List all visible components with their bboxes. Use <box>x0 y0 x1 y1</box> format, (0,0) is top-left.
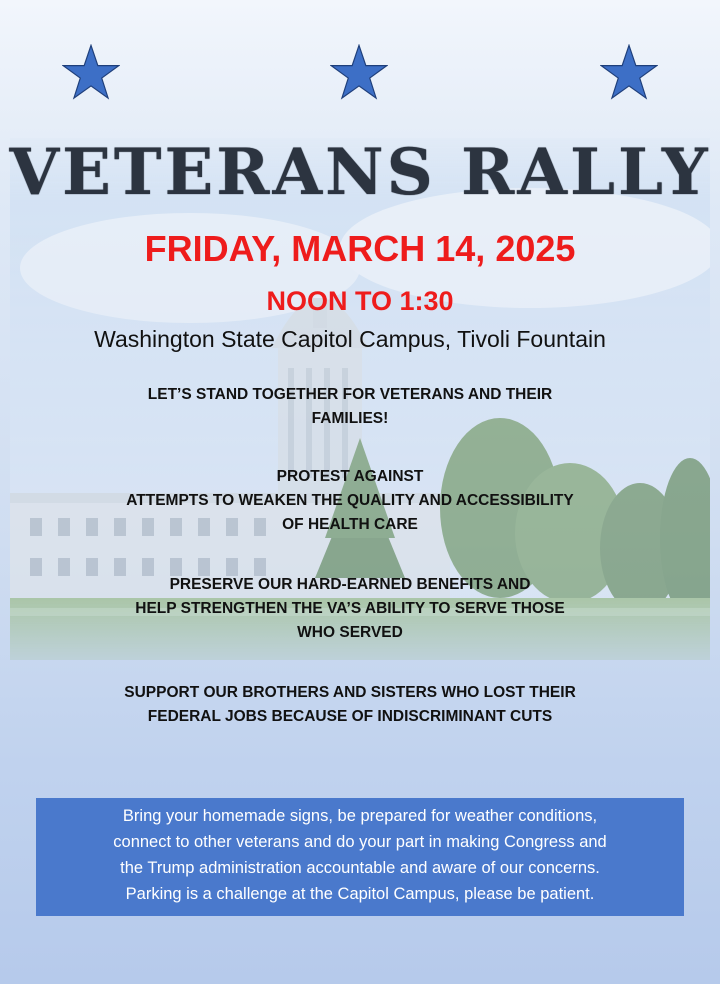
message-line: PROTEST AGAINST <box>276 468 424 485</box>
message-line: LET’S STAND TOGETHER FOR VETERANS AND TH… <box>147 386 553 403</box>
star-icon <box>600 44 658 100</box>
star-icon <box>62 44 120 100</box>
message-support-workers: SUPPORT OUR BROTHERS AND SISTERS WHO LOS… <box>60 681 640 729</box>
message-protest: PROTEST AGAINST ATTEMPTS TO WEAKEN THE Q… <box>60 465 640 537</box>
rally-title: VETERANS RALLY <box>9 135 711 210</box>
message-line: HELP STRENGTHEN THE VA’S ABILITY TO SERV… <box>135 600 565 617</box>
message-line: FEDERAL JOBS BECAUSE OF INDISCRIMINANT C… <box>147 708 553 725</box>
info-line: the Trump administration accountable and… <box>120 859 600 877</box>
star-icon <box>330 44 388 100</box>
event-time: NOON TO 1:30 <box>266 286 454 316</box>
message-line: OF HEALTH CARE <box>282 516 418 533</box>
event-date: FRIDAY, MARCH 14, 2025 <box>144 228 576 269</box>
message-preserve-benefits: PRESERVE OUR HARD-EARNED BENEFITS AND HE… <box>60 573 640 645</box>
message-line: FAMILIES! <box>311 410 389 427</box>
message-line: PRESERVE OUR HARD-EARNED BENEFITS AND <box>169 576 531 593</box>
message-line: SUPPORT OUR BROTHERS AND SISTERS WHO LOS… <box>124 684 576 701</box>
message-line: ATTEMPTS TO WEAKEN THE QUALITY AND ACCES… <box>126 492 574 509</box>
info-line: Bring your homemade signs, be prepared f… <box>122 807 598 825</box>
info-line: Parking is a challenge at the Capitol Ca… <box>125 885 595 903</box>
info-line: connect to other veterans and do your pa… <box>113 833 607 851</box>
message-stand-together: LET’S STAND TOGETHER FOR VETERANS AND TH… <box>60 383 640 431</box>
message-line: WHO SERVED <box>297 624 403 641</box>
event-location: Washington State Capitol Campus, Tivoli … <box>94 326 606 352</box>
info-box: Bring your homemade signs, be prepared f… <box>36 798 684 916</box>
